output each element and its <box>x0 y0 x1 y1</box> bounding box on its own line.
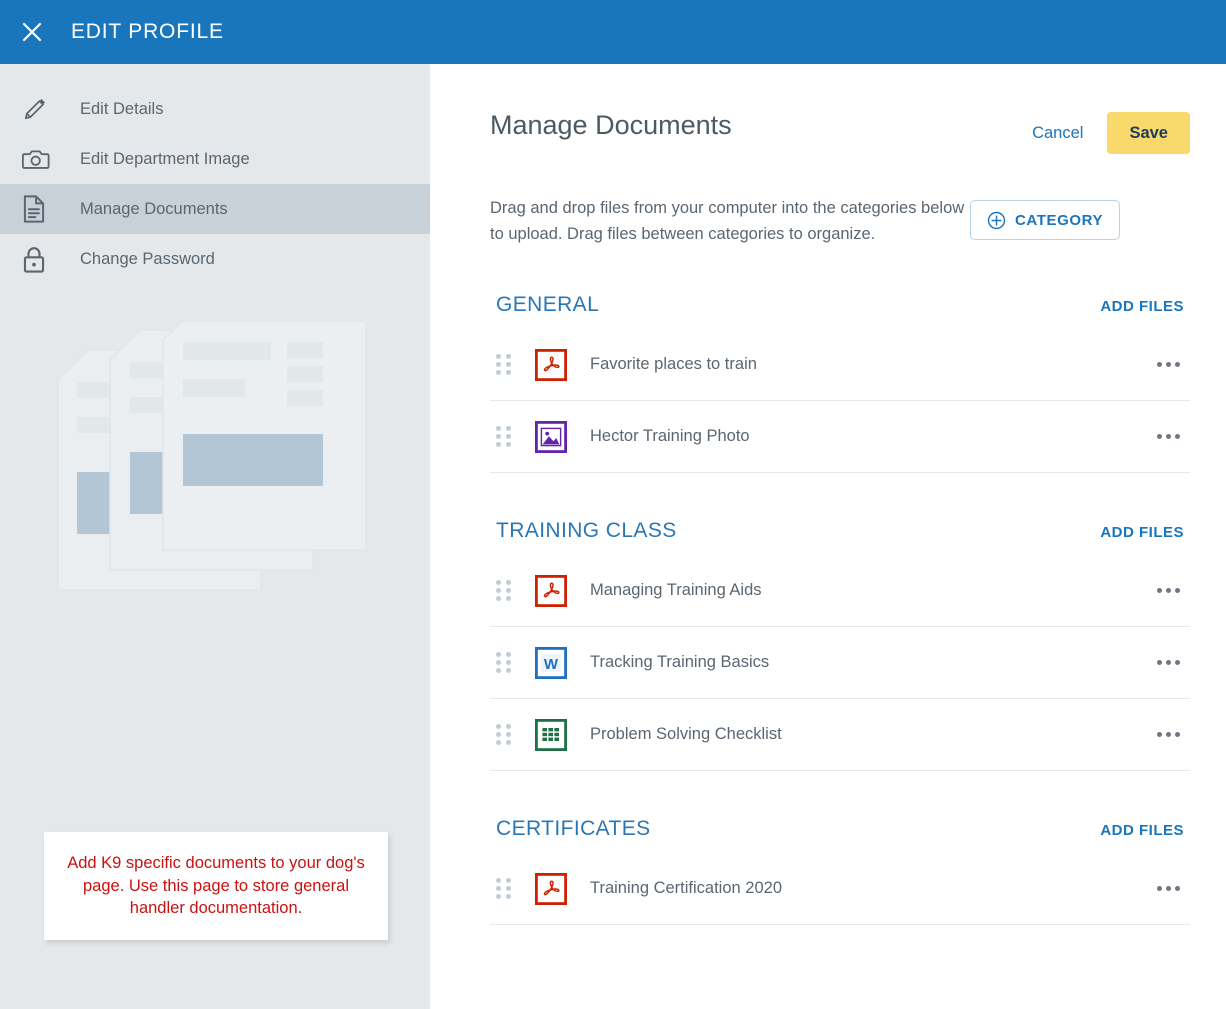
camera-icon <box>22 142 58 176</box>
close-icon[interactable] <box>17 17 47 47</box>
plus-circle-icon <box>987 211 1006 230</box>
sidebar-item-manage-documents[interactable]: Manage Documents <box>0 184 455 234</box>
file-list: Managing Training Aids W Tracking Traini… <box>490 555 1190 772</box>
annotation-callout: Add K9 specific documents to your dog's … <box>44 832 388 940</box>
file-name: Managing Training Aids <box>590 581 762 600</box>
drag-handle-icon[interactable] <box>496 579 512 602</box>
drag-handle-icon[interactable] <box>496 425 512 448</box>
sidebar-item-label: Change Password <box>80 249 215 268</box>
file-name: Hector Training Photo <box>590 427 750 446</box>
file-name: Training Certification 2020 <box>590 879 782 898</box>
cancel-button[interactable]: Cancel <box>1032 124 1083 143</box>
window-title: EDIT PROFILE <box>71 20 224 43</box>
sidebar-item-label: Manage Documents <box>80 199 228 218</box>
ellipsis-icon[interactable] <box>1153 580 1184 601</box>
lock-icon <box>22 242 58 276</box>
main-content: Manage Documents Cancel Save Drag and dr… <box>430 64 1226 1009</box>
table-row[interactable]: Hector Training Photo <box>490 401 1190 474</box>
table-row[interactable]: Managing Training Aids <box>490 555 1190 628</box>
add-files-button[interactable]: ADD FILES <box>1100 524 1184 541</box>
sidebar-item-change-password[interactable]: Change Password <box>0 234 430 284</box>
drag-handle-icon[interactable] <box>496 877 512 900</box>
header-actions: Cancel Save <box>1032 112 1190 154</box>
ellipsis-icon[interactable] <box>1153 724 1184 745</box>
top-bar: EDIT PROFILE <box>0 0 1226 64</box>
category-title: CERTIFICATES <box>496 817 651 841</box>
stacked-documents-illustration <box>55 309 375 622</box>
sidebar-item-edit-department-image[interactable]: Edit Department Image <box>0 134 430 184</box>
file-list: Training Certification 2020 <box>490 853 1190 926</box>
category-title: TRAINING CLASS <box>496 519 677 543</box>
pdf-file-icon <box>534 574 568 608</box>
category-section: GENERAL ADD FILES Favorite places to tra… <box>490 293 1190 474</box>
file-name: Problem Solving Checklist <box>590 725 782 744</box>
sidebar-item-label: Edit Department Image <box>80 149 250 168</box>
table-row[interactable]: Problem Solving Checklist <box>490 699 1190 772</box>
category-title: GENERAL <box>496 293 600 317</box>
add-category-label: CATEGORY <box>1015 211 1104 229</box>
document-icon <box>22 192 58 226</box>
category-header: GENERAL ADD FILES <box>490 293 1190 317</box>
file-name: Tracking Training Basics <box>590 653 770 672</box>
drag-handle-icon[interactable] <box>496 353 512 376</box>
annotation-text: Add K9 specific documents to your dog's … <box>67 853 365 918</box>
file-list: Favorite places to train Hector Training… <box>490 329 1190 474</box>
save-button[interactable]: Save <box>1107 112 1190 154</box>
pdf-file-icon <box>534 348 568 382</box>
file-name: Favorite places to train <box>590 355 757 374</box>
page-header: Manage Documents Cancel Save <box>490 64 1190 154</box>
drag-handle-icon[interactable] <box>496 651 512 674</box>
sidebar: Edit Details Edit Department Image Manag… <box>0 64 455 1009</box>
edit-profile-modal: EDIT PROFILE Edit Details Edit Departmen… <box>0 0 1226 1009</box>
pencil-icon <box>22 92 58 126</box>
table-row[interactable]: W Tracking Training Basics <box>490 627 1190 700</box>
ellipsis-icon[interactable] <box>1153 354 1184 375</box>
pdf-file-icon <box>534 872 568 906</box>
ellipsis-icon[interactable] <box>1153 426 1184 447</box>
table-row[interactable]: Training Certification 2020 <box>490 853 1190 926</box>
sidebar-item-label: Edit Details <box>80 99 164 118</box>
category-header: TRAINING CLASS ADD FILES <box>490 519 1190 543</box>
drag-handle-icon[interactable] <box>496 723 512 746</box>
svg-text:W: W <box>544 656 559 673</box>
intro-row: Drag and drop files from your computer i… <box>490 196 1190 247</box>
category-header: CERTIFICATES ADD FILES <box>490 817 1190 841</box>
add-category-button[interactable]: CATEGORY <box>970 200 1121 240</box>
excel-file-icon <box>534 718 568 752</box>
sidebar-nav: Edit Details Edit Department Image Manag… <box>0 64 455 284</box>
add-files-button[interactable]: ADD FILES <box>1100 822 1184 839</box>
table-row[interactable]: Favorite places to train <box>490 329 1190 402</box>
add-files-button[interactable]: ADD FILES <box>1100 298 1184 315</box>
category-section: TRAINING CLASS ADD FILES Managing Traini… <box>490 519 1190 772</box>
ellipsis-icon[interactable] <box>1153 878 1184 899</box>
sidebar-item-edit-details[interactable]: Edit Details <box>0 84 430 134</box>
intro-text: Drag and drop files from your computer i… <box>490 199 965 243</box>
page-title: Manage Documents <box>490 110 732 140</box>
word-file-icon: W <box>534 646 568 680</box>
category-section: CERTIFICATES ADD FILES Training Certific… <box>490 817 1190 926</box>
image-file-icon <box>534 420 568 454</box>
ellipsis-icon[interactable] <box>1153 652 1184 673</box>
